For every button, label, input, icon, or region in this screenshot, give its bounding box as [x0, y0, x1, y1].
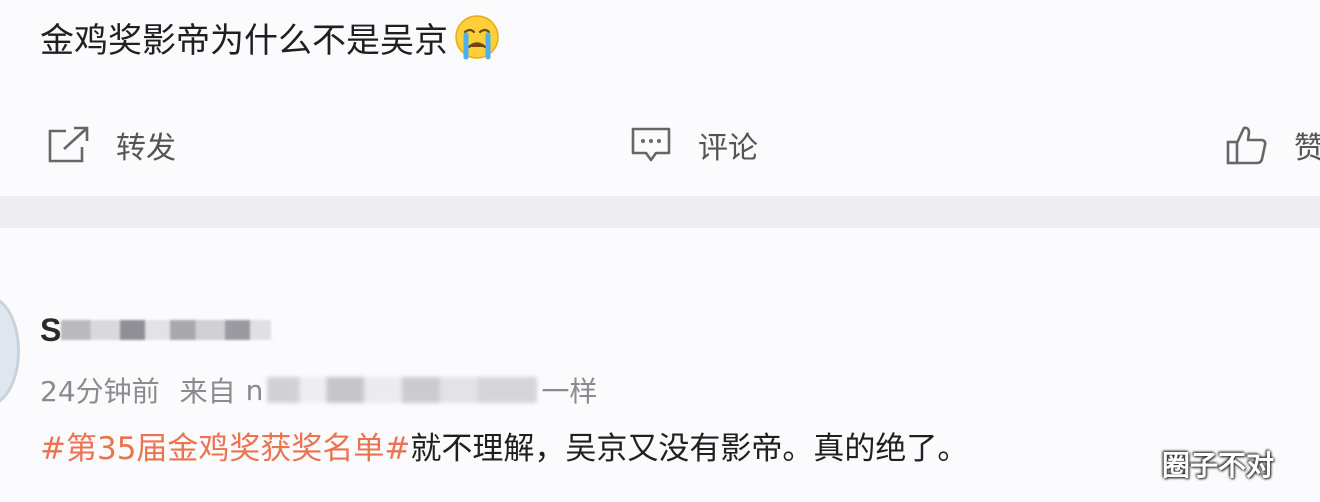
like-button[interactable]: 赞 — [1226, 120, 1320, 170]
repost-label: 转发 — [116, 131, 176, 166]
comment-icon — [631, 127, 671, 162]
username-initial: S — [40, 311, 62, 348]
source-prefix: 来自 — [179, 375, 236, 408]
repost-icon — [48, 126, 89, 163]
comment-button[interactable]: 评论 — [630, 120, 758, 170]
comment-text: 就不理解，吴京又没有影帝。真的绝了。 — [410, 431, 969, 467]
username-mosaic — [61, 320, 272, 340]
source-start: n — [245, 373, 264, 407]
username[interactable]: S — [40, 302, 272, 358]
thumbs-up-icon — [1226, 126, 1267, 165]
comment-label: 评论 — [698, 131, 758, 166]
source-end: 一样 — [541, 375, 598, 408]
post-text: 金鸡奖影帝为什么不是吴京 — [40, 21, 448, 61]
repost-button[interactable]: 转发 — [46, 120, 176, 170]
post-content: 金鸡奖影帝为什么不是吴京 — [40, 14, 500, 68]
like-label: 赞 — [1294, 131, 1320, 166]
hashtag-link[interactable]: #第35届金鸡奖获奖名单# — [40, 431, 410, 467]
section-divider — [0, 196, 1320, 228]
crying-face-emoji-icon — [455, 15, 499, 60]
source-mosaic — [267, 377, 538, 403]
comment-content: #第35届金鸡奖获奖名单#就不理解，吴京又没有影帝。真的绝了。 — [40, 425, 968, 473]
comment-time: 24分钟前 — [40, 375, 160, 408]
comment-meta: 24分钟前 来自 n 一样 — [40, 368, 597, 412]
watermark: 圈子不对 — [1162, 449, 1275, 482]
